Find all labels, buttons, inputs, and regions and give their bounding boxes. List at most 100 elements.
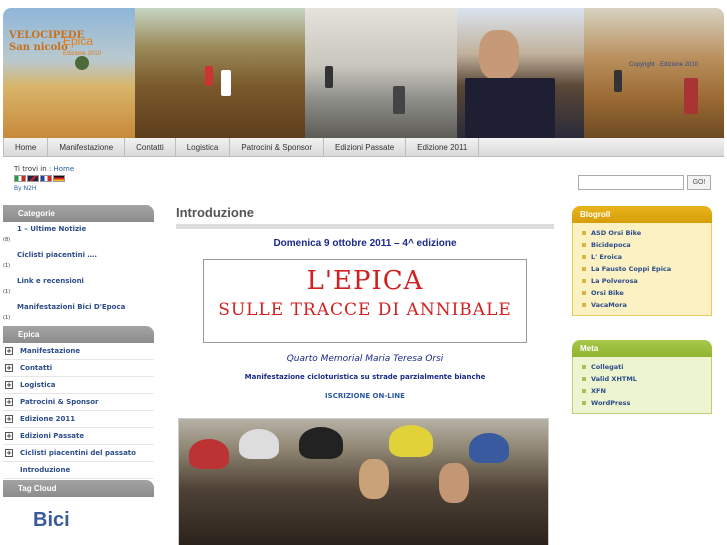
epica-item-contatti[interactable]: + Contatti [3,360,154,377]
nav-item-edizioni-passate[interactable]: Edizioni Passate [324,138,407,157]
meta-link[interactable]: WordPress [581,397,711,409]
meta-link[interactable]: Collegati [581,361,711,373]
face-figure [439,463,469,503]
expand-plus-icon[interactable]: + [5,398,13,406]
rider-figure [393,86,405,114]
expand-plus-icon[interactable]: + [5,449,13,457]
english-flag-icon[interactable] [27,175,39,182]
category-item[interactable]: 1 – Ultime Notizie (8) [3,222,154,248]
rider-figure [614,70,622,92]
nav-item-logistica[interactable]: Logistica [176,138,231,157]
banner-right-caption: Copyright · Edizione 2010 [629,62,699,68]
jersey-figure [465,78,555,138]
poster-subtitle: SULLE TRACCE DI ANNIBALE [218,300,512,320]
meta-link[interactable]: Valid XHTML [581,373,711,385]
search-go-button[interactable]: GO! [687,175,711,190]
banner-photo-road-trees [135,8,305,138]
expand-plus-icon[interactable]: + [5,381,13,389]
banner-photo-road-riders [305,8,457,138]
breadcrumb-home-link[interactable]: Home [54,165,75,173]
helmet-figure [469,433,509,463]
epica-poster-image: L'EPICA SULLE TRACCE DI ANNIBALE [203,259,527,343]
blogroll-link[interactable]: L' Eroica [581,251,711,263]
category-count: (8) [3,237,11,243]
page-title: Introduzione [176,205,254,220]
epica-item-patrocini[interactable]: + Patrocini & Sponsor [3,394,154,411]
blogroll-link[interactable]: VacaMora [581,299,711,311]
nav-item-contatti[interactable]: Contatti [125,138,176,157]
blogroll-box: Blogroll ASD Orsi Bike Bicidepoca L' Ero… [572,206,712,316]
tagcloud-header: Tag Cloud [3,480,154,497]
site-title: Epica [63,34,94,48]
italian-flag-icon[interactable] [14,175,26,182]
blogroll-link[interactable]: ASD Orsi Bike [581,227,711,239]
nav-item-edizione-2011[interactable]: Edizione 2011 [406,138,480,157]
category-count: (1) [3,289,11,295]
category-item[interactable]: Link e recensioni (1) [3,274,154,300]
manifestazione-text: Manifestazione cicloturistica su strade … [244,373,486,381]
helmet-figure [299,427,343,459]
helmet-figure [389,425,433,457]
title-divider [176,224,554,229]
category-count: (1) [3,315,11,321]
byline-link[interactable]: By N2H [14,185,36,192]
banner-photo-cyclist-portrait [457,8,584,138]
tree-graphic [75,56,89,70]
nav-item-manifestazione[interactable]: Manifestazione [48,138,126,157]
epica-item-manifestazione[interactable]: + Manifestazione [3,343,154,360]
german-flag-icon[interactable] [53,175,65,182]
breadcrumb: Ti trovi in : Home [14,165,75,173]
epica-item-edizione-2011[interactable]: + Edizione 2011 [3,411,154,428]
main-content: Introduzione Domenica 9 ottobre 2011 – 4… [176,205,554,545]
banner-photo-autumn-road [584,8,724,138]
expand-plus-icon[interactable]: + [5,364,13,372]
face-figure [479,30,519,80]
blogroll-header: Blogroll [572,206,712,223]
velocipede-logo: VELOCIPEDE San nicolò [9,30,85,53]
french-flag-icon[interactable] [40,175,52,182]
epica-header: Epica [3,326,154,343]
category-item[interactable]: Ciclisti piacentini …. (1) [3,248,154,274]
banner-photo-field: VELOCIPEDE San nicolò [3,8,135,138]
category-count: (1) [3,263,11,269]
epica-item-introduzione[interactable]: Introduzione [3,462,154,479]
memorial-text: Quarto Memorial Maria Teresa Orsi [286,354,444,364]
rider-figure [325,66,333,88]
iscrizione-online-link[interactable]: ISCRIZIONE ON-LINE [176,392,554,400]
epica-item-edizioni-passate[interactable]: + Edizioni Passate [3,428,154,445]
blogroll-link[interactable]: Bicidepoca [581,239,711,251]
blogroll-link[interactable]: La Polverosa [581,275,711,287]
blogroll-link[interactable]: Orsi Bike [581,287,711,299]
cyclists-group-photo [178,418,549,545]
categorie-header: Categorie [3,205,154,222]
language-flags [14,175,65,182]
meta-link[interactable]: XFN [581,385,711,397]
epica-item-ciclisti-passato[interactable]: + Ciclisti piacentini del passato [3,445,154,462]
blogroll-link[interactable]: La Fausto Coppi Epica [581,263,711,275]
blogroll-list: ASD Orsi Bike Bicidepoca L' Eroica La Fa… [572,223,712,316]
rider-figure [684,78,698,114]
category-item[interactable]: Manifestazioni Bici D'Epoca (1) [3,300,154,326]
helmet-figure [239,429,279,459]
nav-item-home[interactable]: Home [3,138,49,157]
rider-figure [221,70,231,96]
nav-item-patrocini[interactable]: Patrocini & Sponsor [230,138,325,157]
main-nav: Home Manifestazione Contatti Logistica P… [3,138,724,157]
helmet-figure [189,439,229,469]
expand-plus-icon[interactable]: + [5,347,13,355]
meta-header: Meta [572,340,712,357]
meta-box: Meta Collegati Valid XHTML XFN WordPress [572,340,712,414]
poster-title: L'EPICA [306,266,424,296]
header-banner: VELOCIPEDE San nicolò Epica Edizione 201… [3,8,724,138]
face-figure [359,459,389,499]
rider-figure [205,66,213,86]
epica-item-logistica[interactable]: + Logistica [3,377,154,394]
meta-list: Collegati Valid XHTML XFN WordPress [572,357,712,414]
left-sidebar: Categorie 1 – Ultime Notizie (8) Ciclist… [3,205,154,532]
expand-plus-icon[interactable]: + [5,432,13,440]
event-date: Domenica 9 ottobre 2011 – 4^ edizione [273,238,457,249]
edition-subtitle: Edizione 2010 [63,51,102,57]
tag-bici-link[interactable]: Bici [3,497,154,532]
search-input[interactable] [578,175,684,190]
expand-plus-icon[interactable]: + [5,415,13,423]
